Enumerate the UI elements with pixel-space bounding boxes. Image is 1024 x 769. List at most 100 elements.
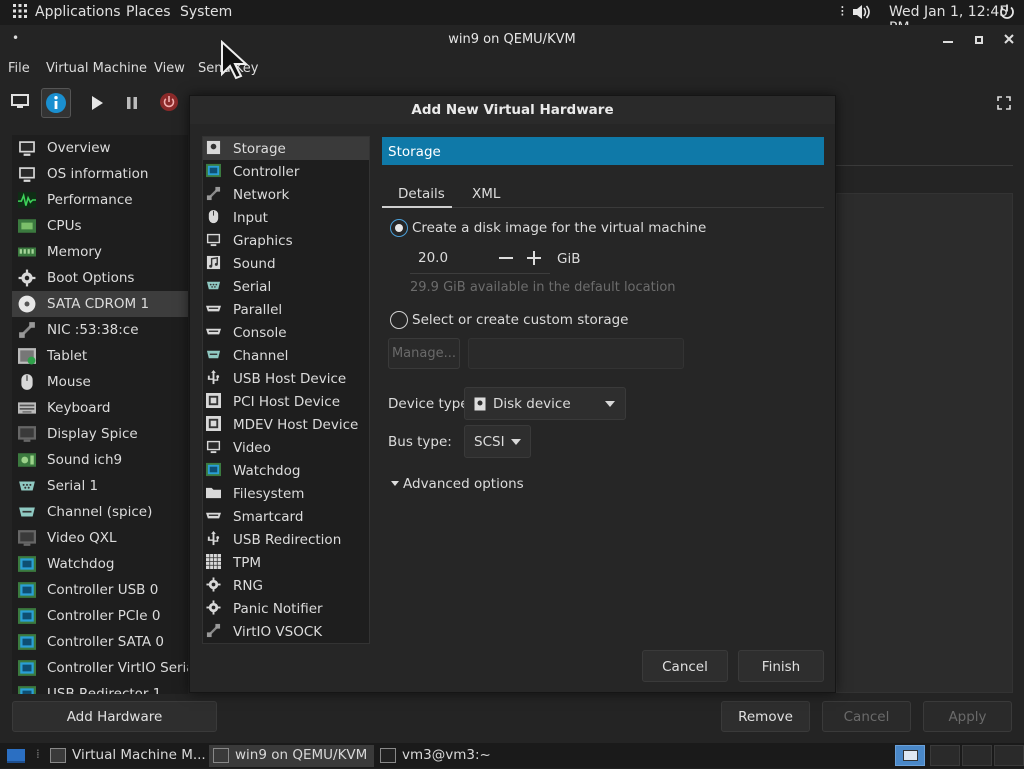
hardware-type-item[interactable]: RNG — [203, 574, 369, 597]
hardware-list-item[interactable]: OS information — [12, 161, 188, 187]
fullscreen-icon[interactable] — [997, 96, 1011, 114]
play-icon[interactable] — [90, 95, 104, 115]
hardware-type-item[interactable]: Panic Notifier — [203, 597, 369, 620]
hardware-list-item[interactable]: Sound ich9 — [12, 447, 188, 473]
hardware-type-item[interactable]: Parallel — [203, 298, 369, 321]
device-type-combo[interactable]: Disk device — [464, 387, 626, 420]
hardware-list-item[interactable]: CPUs — [12, 213, 188, 239]
system-menu[interactable]: System — [180, 4, 232, 20]
console-icon[interactable] — [11, 94, 29, 114]
task-terminal[interactable]: vm3@vm3:~ — [376, 745, 516, 767]
hardware-list-item[interactable]: Video QXL — [12, 525, 188, 551]
hardware-list-item[interactable]: Controller VirtIO Serial — [12, 655, 188, 681]
increment-icon[interactable] — [527, 251, 541, 269]
workspace-2[interactable] — [930, 745, 960, 766]
hardware-type-item[interactable]: Network — [203, 183, 369, 206]
create-disk-label[interactable]: Create a disk image for the virtual mach… — [412, 220, 706, 236]
hardware-type-item[interactable]: Watchdog — [203, 459, 369, 482]
hardware-list[interactable]: Overview OS information Performance CPUs… — [12, 135, 188, 694]
maximize-icon[interactable] — [974, 34, 984, 49]
dialog-cancel-button[interactable]: Cancel — [642, 650, 728, 682]
manage-button[interactable]: Manage... — [388, 338, 460, 369]
custom-storage-radio[interactable] — [390, 311, 408, 329]
task-virtual-machine-manager[interactable]: Virtual Machine M... — [46, 745, 206, 767]
hardware-type-item[interactable]: PCI Host Device — [203, 390, 369, 413]
hardware-type-item[interactable]: VirtIO VSOCK — [203, 620, 369, 643]
tab-details[interactable]: Details — [398, 186, 445, 202]
workspace-4[interactable] — [994, 745, 1024, 766]
hardware-type-item[interactable]: USB Redirection — [203, 528, 369, 551]
hardware-list-item[interactable]: Boot Options — [12, 265, 188, 291]
hardware-item-label: Tablet — [47, 348, 88, 364]
custom-storage-label[interactable]: Select or create custom storage — [412, 312, 628, 328]
hardware-type-item[interactable]: USB Host Device — [203, 367, 369, 390]
shutdown-icon[interactable] — [159, 92, 179, 116]
hardware-list-item[interactable]: Controller SATA 0 — [12, 629, 188, 655]
menu-virtual-machine[interactable]: Virtual Machine — [46, 61, 147, 76]
hardware-list-item[interactable]: Serial 1 — [12, 473, 188, 499]
hardware-type-item[interactable]: Controller — [203, 160, 369, 183]
window-titlebar[interactable]: • win9 on QEMU/KVM — [0, 25, 1024, 55]
hardware-type-item[interactable]: Channel — [203, 344, 369, 367]
expander-arrow-icon[interactable] — [391, 481, 399, 486]
close-icon[interactable] — [1003, 33, 1015, 49]
hardware-type-item[interactable]: Input — [203, 206, 369, 229]
workspace-switcher[interactable] — [895, 745, 925, 766]
hardware-type-item[interactable]: Filesystem — [203, 482, 369, 505]
menu-file[interactable]: File — [8, 61, 30, 76]
hardware-type-item[interactable]: Storage — [203, 137, 369, 160]
hardware-list-item[interactable]: Performance — [12, 187, 188, 213]
disk-size-spinner[interactable]: 20.0 — [410, 243, 550, 274]
pause-icon[interactable] — [125, 95, 139, 115]
hardware-list-item[interactable]: USB Redirector 1 — [12, 681, 188, 694]
hardware-list-item[interactable]: Watchdog — [12, 551, 188, 577]
show-desktop-icon[interactable] — [6, 747, 26, 769]
hardware-list-item[interactable]: Overview — [12, 135, 188, 161]
apply-button[interactable]: Apply — [923, 701, 1012, 732]
decrement-icon[interactable] — [499, 257, 513, 259]
advanced-options-expander[interactable]: Advanced options — [403, 476, 524, 492]
cancel-button[interactable]: Cancel — [822, 701, 911, 732]
applications-menu[interactable]: Applications — [35, 4, 121, 20]
hardware-list-item[interactable]: SATA CDROM 1 — [12, 291, 188, 317]
hardware-type-list[interactable]: Storage Controller Network Input Graphic… — [202, 136, 370, 644]
controller-icon — [206, 163, 221, 178]
custom-path-input[interactable] — [468, 338, 684, 369]
hardware-list-item[interactable]: Controller PCIe 0 — [12, 603, 188, 629]
hardware-list-item[interactable]: Display Spice — [12, 421, 188, 447]
apps-grid-icon[interactable] — [12, 3, 28, 23]
workspace-3[interactable] — [962, 745, 992, 766]
hardware-type-item[interactable]: Smartcard — [203, 505, 369, 528]
finish-button[interactable]: Finish — [738, 650, 824, 682]
hardware-type-item[interactable]: Graphics — [203, 229, 369, 252]
hardware-list-item[interactable]: Controller USB 0 — [12, 577, 188, 603]
hardware-type-item[interactable]: MDEV Host Device — [203, 413, 369, 436]
power-icon[interactable] — [998, 3, 1016, 25]
create-disk-radio[interactable] — [390, 219, 408, 237]
disk-size-value[interactable]: 20.0 — [418, 250, 448, 266]
hardware-type-item[interactable]: Sound — [203, 252, 369, 275]
info-button[interactable] — [41, 88, 71, 118]
hardware-type-item[interactable]: Serial — [203, 275, 369, 298]
add-hardware-button[interactable]: Add Hardware — [12, 701, 217, 732]
hardware-list-item[interactable]: NIC :53:38:ce — [12, 317, 188, 343]
task-label: win9 on QEMU/KVM — [235, 747, 368, 763]
remove-button[interactable]: Remove — [721, 701, 810, 732]
hardware-type-item[interactable]: Video — [203, 436, 369, 459]
volume-icon[interactable] — [851, 3, 871, 25]
bus-type-combo[interactable]: SCSI — [464, 425, 531, 458]
controller-icon — [18, 659, 36, 677]
hardware-list-item[interactable]: Tablet — [12, 343, 188, 369]
hardware-type-item[interactable]: Console — [203, 321, 369, 344]
hardware-list-item[interactable]: Mouse — [12, 369, 188, 395]
hardware-type-label: RNG — [233, 578, 263, 594]
hardware-list-item[interactable]: Keyboard — [12, 395, 188, 421]
task-win9-window[interactable]: win9 on QEMU/KVM — [209, 745, 374, 767]
menu-view[interactable]: View — [154, 61, 185, 76]
places-menu[interactable]: Places — [126, 4, 171, 20]
minimize-icon[interactable] — [942, 33, 954, 49]
hardware-list-item[interactable]: Memory — [12, 239, 188, 265]
tab-xml[interactable]: XML — [472, 186, 500, 202]
hardware-type-item[interactable]: TPM — [203, 551, 369, 574]
hardware-list-item[interactable]: Channel (spice) — [12, 499, 188, 525]
